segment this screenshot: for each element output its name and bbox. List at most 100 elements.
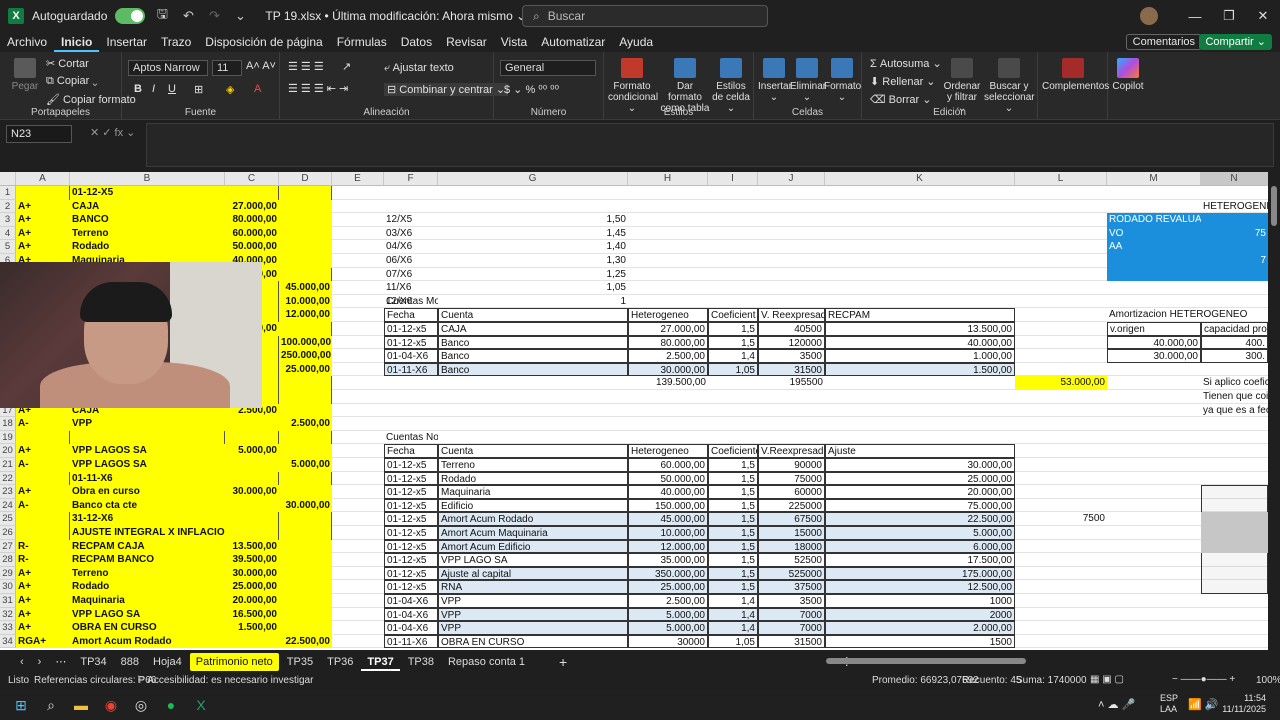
cell[interactable]: 1,5 xyxy=(708,498,758,513)
cell[interactable]: VPP xyxy=(438,621,628,635)
cell[interactable] xyxy=(279,485,332,499)
cell[interactable]: 1.000,00 xyxy=(825,349,1015,363)
column-header[interactable]: M xyxy=(1107,172,1201,186)
accessibility-status[interactable]: ⚐ Accesibilidad: es necesario investigar xyxy=(136,675,313,686)
zoom-slider[interactable]: − ——●—— + xyxy=(1172,674,1235,685)
cell[interactable]: 30.000,00 xyxy=(225,566,279,581)
column-header[interactable]: J xyxy=(758,172,825,186)
cell[interactable]: VPP LAGOS SA xyxy=(70,458,225,472)
cell[interactable]: A- xyxy=(16,498,70,513)
orientation-icon[interactable]: ↗ xyxy=(342,60,351,73)
row-header[interactable]: 24 xyxy=(0,498,16,513)
cell-fill[interactable] xyxy=(279,267,332,282)
find-select-button[interactable]: Buscar y seleccionar ⌄ xyxy=(984,58,1035,114)
cell[interactable]: VPP LAGO SA xyxy=(438,553,628,567)
cell-fill[interactable] xyxy=(16,526,70,540)
cell[interactable]: 01-12-x5 xyxy=(384,526,438,540)
cell[interactable]: 5.000,00 xyxy=(628,607,708,622)
cell-fill[interactable] xyxy=(279,512,332,526)
select-all-corner[interactable] xyxy=(0,172,16,186)
cell[interactable]: OBRA EN CURSO xyxy=(438,634,628,649)
cell[interactable]: 07/X6 xyxy=(384,268,438,282)
cell-fill[interactable] xyxy=(225,512,279,526)
row-header[interactable]: 34 xyxy=(0,634,16,649)
cell[interactable]: 01-12-x5 xyxy=(384,580,438,594)
cell[interactable]: 175.000,00 xyxy=(825,566,1015,581)
cell[interactable]: 67500 xyxy=(758,512,825,526)
cell[interactable]: 80.000,00 xyxy=(628,335,708,350)
cell[interactable]: Ajuste xyxy=(825,444,1015,458)
cell[interactable]: 1,05 xyxy=(708,634,758,649)
cell[interactable]: A+ xyxy=(16,213,70,227)
cell[interactable]: A- xyxy=(16,458,70,472)
cell[interactable]: 04/X6 xyxy=(384,240,438,254)
italic-icon[interactable]: I xyxy=(152,83,155,95)
fill-color-icon[interactable]: ◈ xyxy=(226,83,234,96)
row-header[interactable]: 23 xyxy=(0,485,16,499)
cell[interactable]: 75 xyxy=(1201,226,1268,241)
cell[interactable]: Amort Acum Maquinaria xyxy=(438,526,628,540)
cell[interactable]: RECPAM BANCO xyxy=(70,553,225,567)
cell[interactable]: 350.000,00 xyxy=(628,566,708,581)
cell[interactable]: A+ xyxy=(16,594,70,608)
comments-button[interactable]: Comentarios xyxy=(1125,34,1202,50)
cell[interactable] xyxy=(279,539,332,554)
cell[interactable]: 1,5 xyxy=(708,322,758,336)
cell[interactable]: 25.000,00 xyxy=(279,362,332,377)
cell[interactable]: RODADO REVALUADO xyxy=(1107,213,1201,227)
cell[interactable]: Fecha xyxy=(384,444,438,458)
column-header[interactable]: D xyxy=(279,172,332,186)
cell-fill[interactable] xyxy=(1201,512,1268,526)
column-header[interactable]: N xyxy=(1201,172,1268,186)
cell[interactable]: 03/X6 xyxy=(384,227,438,241)
cell[interactable]: 3500 xyxy=(758,349,825,363)
cell[interactable]: 01-11-X6 xyxy=(384,634,438,649)
cut-button[interactable]: ✂ Cortar xyxy=(46,57,89,70)
search-box[interactable]: ⌕ Buscar xyxy=(522,5,768,27)
cell[interactable]: A+ xyxy=(16,444,70,458)
cell[interactable]: v.origen xyxy=(1107,322,1201,336)
cell[interactable]: A+ xyxy=(16,226,70,241)
cell[interactable]: 18000 xyxy=(758,539,825,554)
cell[interactable]: 1,5 xyxy=(708,566,758,581)
row-header[interactable]: 21 xyxy=(0,458,16,472)
sheet-tab[interactable]: Patrimonio neto xyxy=(189,653,279,671)
cell[interactable]: Heterogeneo xyxy=(628,308,708,322)
autosave-toggle[interactable] xyxy=(115,8,146,24)
cell-fill[interactable] xyxy=(1201,539,1268,554)
cell[interactable]: CAJA xyxy=(70,199,225,214)
cell[interactable]: 01-12-x5 xyxy=(384,539,438,554)
sheet-tab[interactable]: TP38 xyxy=(402,653,440,671)
cell[interactable]: 01-11-X6 xyxy=(70,471,225,486)
spotify-icon[interactable]: ● xyxy=(158,692,184,718)
cell[interactable]: 35.000,00 xyxy=(628,553,708,567)
format-cells-button[interactable]: Formato ⌄ xyxy=(824,58,861,103)
cell[interactable]: 90000 xyxy=(758,458,825,472)
cell[interactable]: 01-04-X6 xyxy=(384,607,438,622)
number-format-select[interactable]: General xyxy=(500,60,596,76)
cell[interactable]: 01-12-x5 xyxy=(384,566,438,581)
delete-cells-button[interactable]: Eliminar ⌄ xyxy=(790,58,826,103)
cell[interactable]: 01-04-X6 xyxy=(384,621,438,635)
cell[interactable]: 7500 xyxy=(1015,512,1107,526)
sheet-tab[interactable]: TP35 xyxy=(281,653,319,671)
cell[interactable] xyxy=(279,213,332,227)
cell[interactable]: 30.000,00 xyxy=(279,498,332,513)
save-icon[interactable]: 🖫 xyxy=(153,5,171,27)
cell[interactable] xyxy=(279,553,332,567)
cell[interactable]: 60000 xyxy=(758,485,825,499)
underline-icon[interactable]: U xyxy=(168,83,176,95)
cell[interactable]: 1,5 xyxy=(708,512,758,526)
avatar[interactable] xyxy=(1140,7,1158,25)
excel-taskbar-icon[interactable]: X xyxy=(188,692,214,718)
cell[interactable]: 52500 xyxy=(758,553,825,567)
cell[interactable]: 13.500,00 xyxy=(225,539,279,554)
cell[interactable]: 25.000,00 xyxy=(628,580,708,594)
cell[interactable]: 01-04-X6 xyxy=(384,594,438,608)
cell[interactable]: Heterogeneo xyxy=(628,444,708,458)
cell[interactable]: 10.000,00 xyxy=(279,294,332,309)
row-header[interactable]: 29 xyxy=(0,566,16,581)
column-header[interactable]: C xyxy=(225,172,279,186)
row-header[interactable]: 19 xyxy=(0,430,16,445)
column-header[interactable]: H xyxy=(628,172,708,186)
